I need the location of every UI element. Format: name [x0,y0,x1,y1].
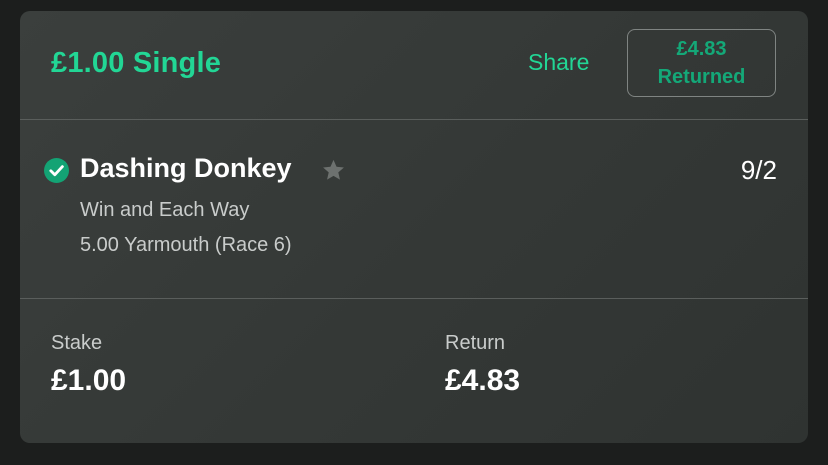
odds: 9/2 [740,155,777,185]
bet-summary: Stake £1.00 Return £4.83 [20,300,808,443]
event-name: 5.00 Yarmouth (Race 6) [80,234,292,256]
returned-badge: £4.83 Returned [627,29,776,97]
return-value: £4.83 [445,364,521,397]
star-icon[interactable] [321,158,346,183]
runner-name: Dashing Donkey [80,153,292,183]
share-button[interactable]: Share [528,49,589,76]
selection-row: Dashing Donkey 9/2 Win and Each Way 5.00… [20,120,808,298]
selection-divider [20,298,808,299]
bet-title: £1.00 Single [51,47,222,79]
stake-value: £1.00 [51,364,127,397]
bet-type: Win and Each Way [80,199,250,221]
returned-label: Returned [657,66,746,88]
return-label: Return [445,332,506,354]
bet-card: £1.00 Single Share £4.83 Returned Dashin… [20,11,808,443]
bet-header: £1.00 Single Share £4.83 Returned [20,11,808,119]
stake-label: Stake [51,332,103,354]
returned-amount: £4.83 [676,38,727,60]
check-circle-icon [44,158,69,183]
